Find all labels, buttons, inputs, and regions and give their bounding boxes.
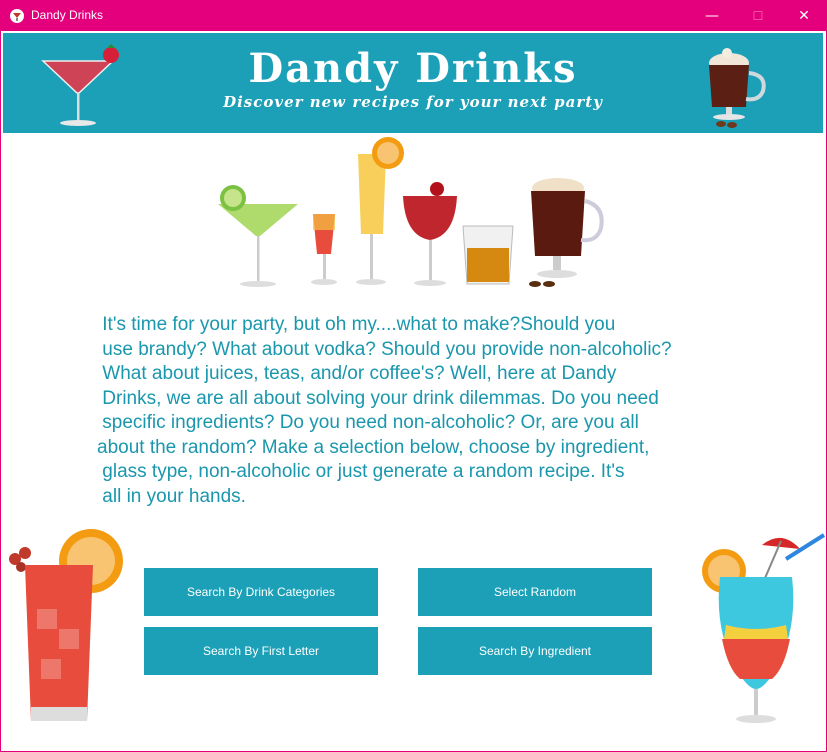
search-by-categories-button[interactable]: Search By Drink Categories [144, 568, 378, 616]
window-title: Dandy Drinks [31, 8, 104, 22]
intro-line: about the random? Make a selection below… [97, 436, 650, 458]
drinks-illustration [218, 137, 604, 287]
minimize-button[interactable]: — [689, 1, 735, 31]
select-random-button[interactable]: Select Random [418, 568, 652, 616]
maximize-button[interactable]: ☐ [735, 1, 781, 31]
blue-cocktail-icon [702, 533, 826, 723]
intro-line: It's time for your party, but oh my....w… [97, 314, 616, 335]
header-banner: Dandy Drinks Discover new recipes for yo… [3, 33, 823, 133]
intro-line: specific ingredients? Do you need non-al… [97, 412, 639, 433]
intro-line: Drinks, we are all about solving your dr… [97, 387, 659, 409]
intro-text: It's time for your party, but oh my....w… [97, 313, 747, 509]
intro-line: glass type, non-alcoholic or just genera… [97, 461, 625, 482]
app-window: Dandy Drinks — ☐ ✕ Dandy Drinks Discover… [0, 0, 827, 752]
title-bar[interactable]: Dandy Drinks — ☐ ✕ [1, 1, 826, 31]
search-by-ingredient-button[interactable]: Search By Ingredient [418, 627, 652, 675]
app-icon [10, 9, 24, 23]
close-button[interactable]: ✕ [781, 1, 827, 31]
search-by-first-letter-button[interactable]: Search By First Letter [144, 627, 378, 675]
intro-line: What about juices, teas, and/or coffee's… [97, 363, 617, 384]
red-juice-glass-icon [9, 529, 123, 721]
intro-line: use brandy? What about vodka? Should you… [97, 338, 672, 360]
coffee-mug-icon [709, 48, 766, 128]
intro-line: all in your hands. [97, 485, 246, 507]
